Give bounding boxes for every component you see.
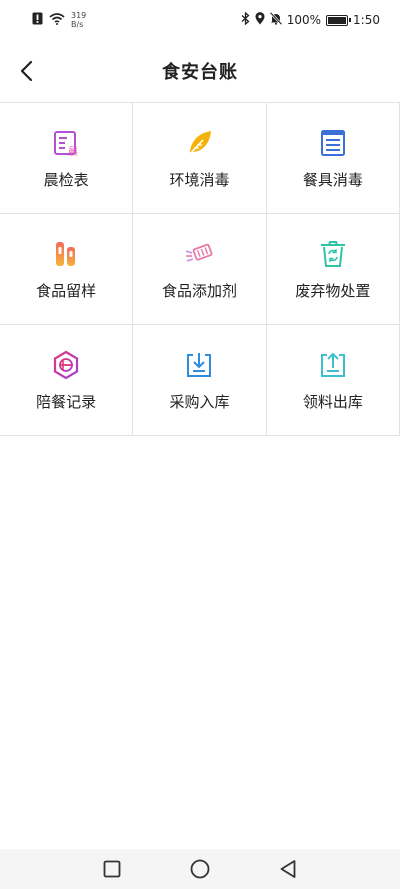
cabinet-icon: [316, 126, 350, 160]
download-tray-icon: [182, 348, 216, 382]
recent-apps-button[interactable]: [99, 856, 125, 882]
circle-icon: [190, 859, 210, 879]
net-speed-unit: B/s: [71, 20, 84, 29]
status-left: 319 B/s: [32, 11, 86, 29]
location-icon: [255, 12, 265, 28]
status-right: 100% 1:50: [241, 11, 380, 28]
menu-item-waste-disposal[interactable]: 废弃物处置: [266, 214, 400, 325]
status-bar: 319 B/s 100% 1:50: [0, 0, 400, 40]
menu-item-purchase-stock-in[interactable]: 采购入库: [133, 325, 267, 436]
alert-icon: [32, 12, 43, 28]
svg-text:晨: 晨: [68, 146, 78, 158]
back-button[interactable]: [10, 55, 42, 87]
leaf-icon: [182, 126, 216, 160]
menu-item-meal-accompany-record[interactable]: 陪餐记录: [0, 325, 134, 436]
menu-item-label: 废弃物处置: [295, 282, 371, 300]
chevron-left-icon: [20, 60, 33, 82]
menu-item-food-additive[interactable]: 食品添加剂: [133, 214, 267, 325]
morning-check-icon: 晨: [49, 126, 83, 160]
bluetooth-icon: [241, 11, 250, 28]
home-button[interactable]: [187, 856, 213, 882]
menu-item-morning-check[interactable]: 晨 晨检表: [0, 103, 134, 214]
network-speed: 319 B/s: [71, 11, 86, 29]
menu-item-label: 食品添加剂: [161, 282, 237, 300]
menu-item-label: 晨检表: [43, 171, 89, 189]
back-nav-button[interactable]: [275, 856, 301, 882]
menu-item-environment-disinfection[interactable]: 环境消毒: [133, 103, 267, 214]
ledger-menu-grid: 晨 晨检表 环境消毒 餐具消毒 食品留样 食品添加剂 废弃物处置 陪餐记录 采购…: [0, 102, 400, 436]
header: 食安台账: [0, 40, 400, 102]
menu-item-label: 采购入库: [169, 393, 230, 411]
battery-percent: 100%: [286, 13, 322, 27]
menu-item-label: 食品留样: [36, 282, 97, 300]
wifi-icon: [49, 12, 65, 28]
menu-item-label: 环境消毒: [169, 171, 230, 189]
mute-bell-icon: [269, 11, 283, 28]
status-time: 1:50: [353, 13, 380, 27]
page-title: 食安台账: [162, 62, 238, 83]
net-speed-value: 319: [71, 11, 87, 20]
menu-item-label: 领料出库: [302, 393, 363, 411]
system-nav-bar: [0, 849, 400, 889]
upload-tray-icon: [316, 348, 350, 382]
additive-icon: [182, 237, 216, 271]
battery-level: [328, 16, 347, 24]
sample-tubes-icon: [49, 237, 83, 271]
menu-item-label: 餐具消毒: [302, 171, 363, 189]
square-icon: [103, 860, 121, 878]
menu-item-food-sample[interactable]: 食品留样: [0, 214, 134, 325]
menu-item-material-stock-out[interactable]: 领料出库: [266, 325, 400, 436]
menu-item-label: 陪餐记录: [36, 393, 97, 411]
battery-icon: [326, 14, 352, 26]
triangle-back-icon: [280, 860, 296, 878]
recycle-bin-icon: [316, 237, 350, 271]
meal-record-icon: [49, 348, 83, 382]
menu-item-tableware-disinfection[interactable]: 餐具消毒: [266, 103, 400, 214]
